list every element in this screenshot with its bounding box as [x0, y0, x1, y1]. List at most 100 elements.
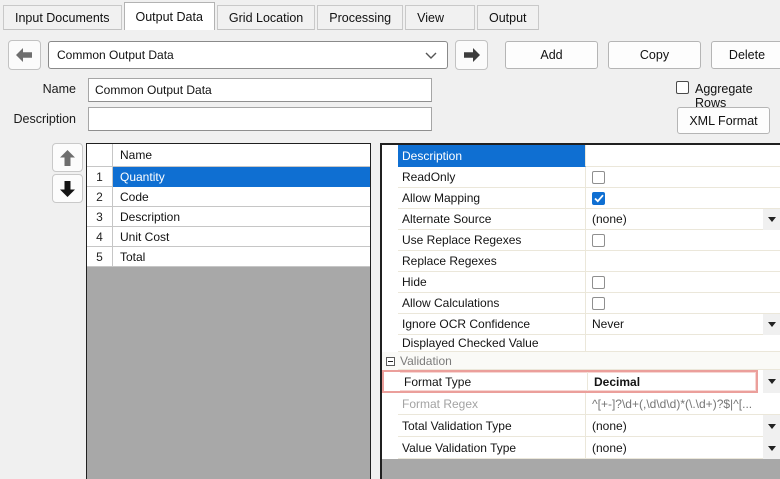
property-value-text: ^[+-]?\d+(,\d\d\d)*(\.\d+)?$|^[... [592, 397, 752, 411]
grid-gutter [382, 251, 398, 272]
property-row-format-regex[interactable]: Format Regex^[+-]?\d+(,\d\d\d)*(\.\d+)?$… [382, 393, 780, 415]
property-value[interactable] [586, 272, 780, 293]
property-value[interactable] [586, 293, 780, 314]
property-row-alternate-source[interactable]: Alternate Source(none) [382, 209, 780, 230]
property-value[interactable] [586, 230, 780, 251]
fields-table-header: Name [87, 144, 370, 167]
property-checkbox[interactable] [592, 234, 605, 247]
tab-grid-location[interactable]: Grid Location [217, 5, 315, 30]
dropdown-triangle-icon [768, 446, 776, 451]
property-label: Total Validation Type [398, 415, 586, 437]
grid-gutter [382, 145, 398, 167]
tab-output-data[interactable]: Output Data [124, 2, 215, 30]
property-value[interactable]: ^[+-]?\d+(,\d\d\d)*(\.\d+)?$|^[... [586, 393, 780, 415]
property-row-hide[interactable]: Hide [382, 272, 780, 293]
name-column-header: Name [113, 144, 370, 167]
next-output-arrow-button[interactable] [455, 40, 488, 70]
dropdown-triangle-icon [768, 424, 776, 429]
property-label: Value Validation Type [398, 437, 586, 459]
tab-processing[interactable]: Processing [317, 5, 403, 30]
property-checkbox[interactable] [592, 171, 605, 184]
property-row-allow-mapping[interactable]: Allow Mapping [382, 188, 780, 209]
row-name: Unit Cost [113, 227, 370, 247]
table-row-quantity[interactable]: 1Quantity [87, 167, 370, 187]
property-label: Displayed Checked Value [398, 335, 586, 352]
dropdown-arrow-button[interactable] [763, 437, 780, 459]
move-down-button[interactable] [52, 174, 83, 203]
grid-gutter [382, 352, 398, 370]
property-checkbox[interactable] [592, 192, 605, 205]
property-row-ignore-ocr-confidence[interactable]: Ignore OCR ConfidenceNever [382, 314, 780, 335]
property-row-total-validation-type[interactable]: Total Validation Type (none) [382, 415, 780, 437]
property-label: Hide [398, 272, 586, 293]
property-value[interactable] [586, 251, 780, 272]
dropdown-triangle-icon [768, 379, 776, 384]
xml-format-button[interactable]: XML Format [677, 107, 770, 134]
property-value-text: Decimal [594, 375, 640, 389]
aggregate-rows-checkbox[interactable] [676, 81, 689, 94]
row-number: 2 [87, 187, 113, 207]
name-input[interactable] [88, 78, 432, 102]
property-value[interactable] [586, 188, 780, 209]
table-row-description[interactable]: 3Description [87, 207, 370, 227]
property-row-use-replace-regexes[interactable]: Use Replace Regexes [382, 230, 780, 251]
property-row-value-validation-type[interactable]: Value Validation Type (none) [382, 437, 780, 459]
description-input[interactable] [88, 107, 432, 131]
add-button[interactable]: Add [505, 41, 598, 69]
dropdown-arrow-button[interactable] [763, 209, 780, 230]
description-label: Description [0, 112, 76, 126]
property-row-displayed-checked-value[interactable]: Displayed Checked Value [382, 335, 780, 352]
property-row-replace-regexes[interactable]: Replace Regexes [382, 251, 780, 272]
row-name: Quantity [113, 167, 370, 187]
property-checkbox[interactable] [592, 297, 605, 310]
dropdown-triangle-icon [768, 217, 776, 222]
property-label: Replace Regexes [398, 251, 586, 272]
property-value[interactable]: (none) [586, 209, 763, 230]
row-name: Code [113, 187, 370, 207]
copy-button[interactable]: Copy [608, 41, 701, 69]
property-row-description[interactable]: Description [382, 145, 780, 167]
row-number: 4 [87, 227, 113, 247]
collapse-group-icon[interactable] [386, 357, 395, 366]
tab-view[interactable]: View [405, 5, 475, 30]
property-row-allow-calculations[interactable]: Allow Calculations [382, 293, 780, 314]
grid-gutter [382, 393, 398, 415]
group-label: Validation [398, 352, 780, 370]
output-data-combobox[interactable]: Common Output Data [48, 41, 448, 69]
property-value[interactable] [586, 335, 780, 352]
property-value[interactable]: Never [586, 314, 763, 335]
table-row-code[interactable]: 2Code [87, 187, 370, 207]
arrow-down-icon [60, 181, 75, 197]
table-row-total[interactable]: 5Total [87, 247, 370, 267]
tab-output[interactable]: Output [477, 5, 539, 30]
property-value[interactable]: (none) [586, 415, 763, 437]
tab-input-documents[interactable]: Input Documents [3, 5, 122, 30]
property-value[interactable] [586, 167, 780, 188]
property-label: Allow Calculations [398, 293, 586, 314]
property-value-text: (none) [592, 212, 627, 226]
previous-output-arrow-button[interactable] [8, 40, 41, 70]
property-value[interactable]: Decimal [588, 372, 756, 391]
property-value-text: (none) [592, 441, 627, 455]
arrow-left-icon [16, 48, 33, 62]
dropdown-arrow-button[interactable] [763, 415, 780, 437]
delete-button[interactable]: Delete [711, 41, 780, 69]
property-row-format-type[interactable]: Format TypeDecimal [382, 370, 780, 393]
property-label: Use Replace Regexes [398, 230, 586, 251]
dropdown-arrow-button[interactable] [763, 314, 780, 335]
property-grid: DescriptionReadOnlyAllow MappingAlternat… [380, 143, 780, 479]
property-row-validation[interactable]: Validation [382, 352, 780, 370]
grid-gutter [382, 437, 398, 459]
move-up-button[interactable] [52, 143, 83, 172]
grid-gutter [382, 415, 398, 437]
arrow-up-icon [60, 150, 75, 166]
property-value[interactable] [586, 145, 780, 167]
table-row-unit-cost[interactable]: 4Unit Cost [87, 227, 370, 247]
property-value-text: (none) [592, 419, 627, 433]
row-number: 3 [87, 207, 113, 227]
property-checkbox[interactable] [592, 276, 605, 289]
dropdown-arrow-button[interactable] [763, 370, 780, 393]
property-value[interactable]: (none) [586, 437, 763, 459]
property-row-readonly[interactable]: ReadOnly [382, 167, 780, 188]
grid-gutter [384, 372, 400, 391]
